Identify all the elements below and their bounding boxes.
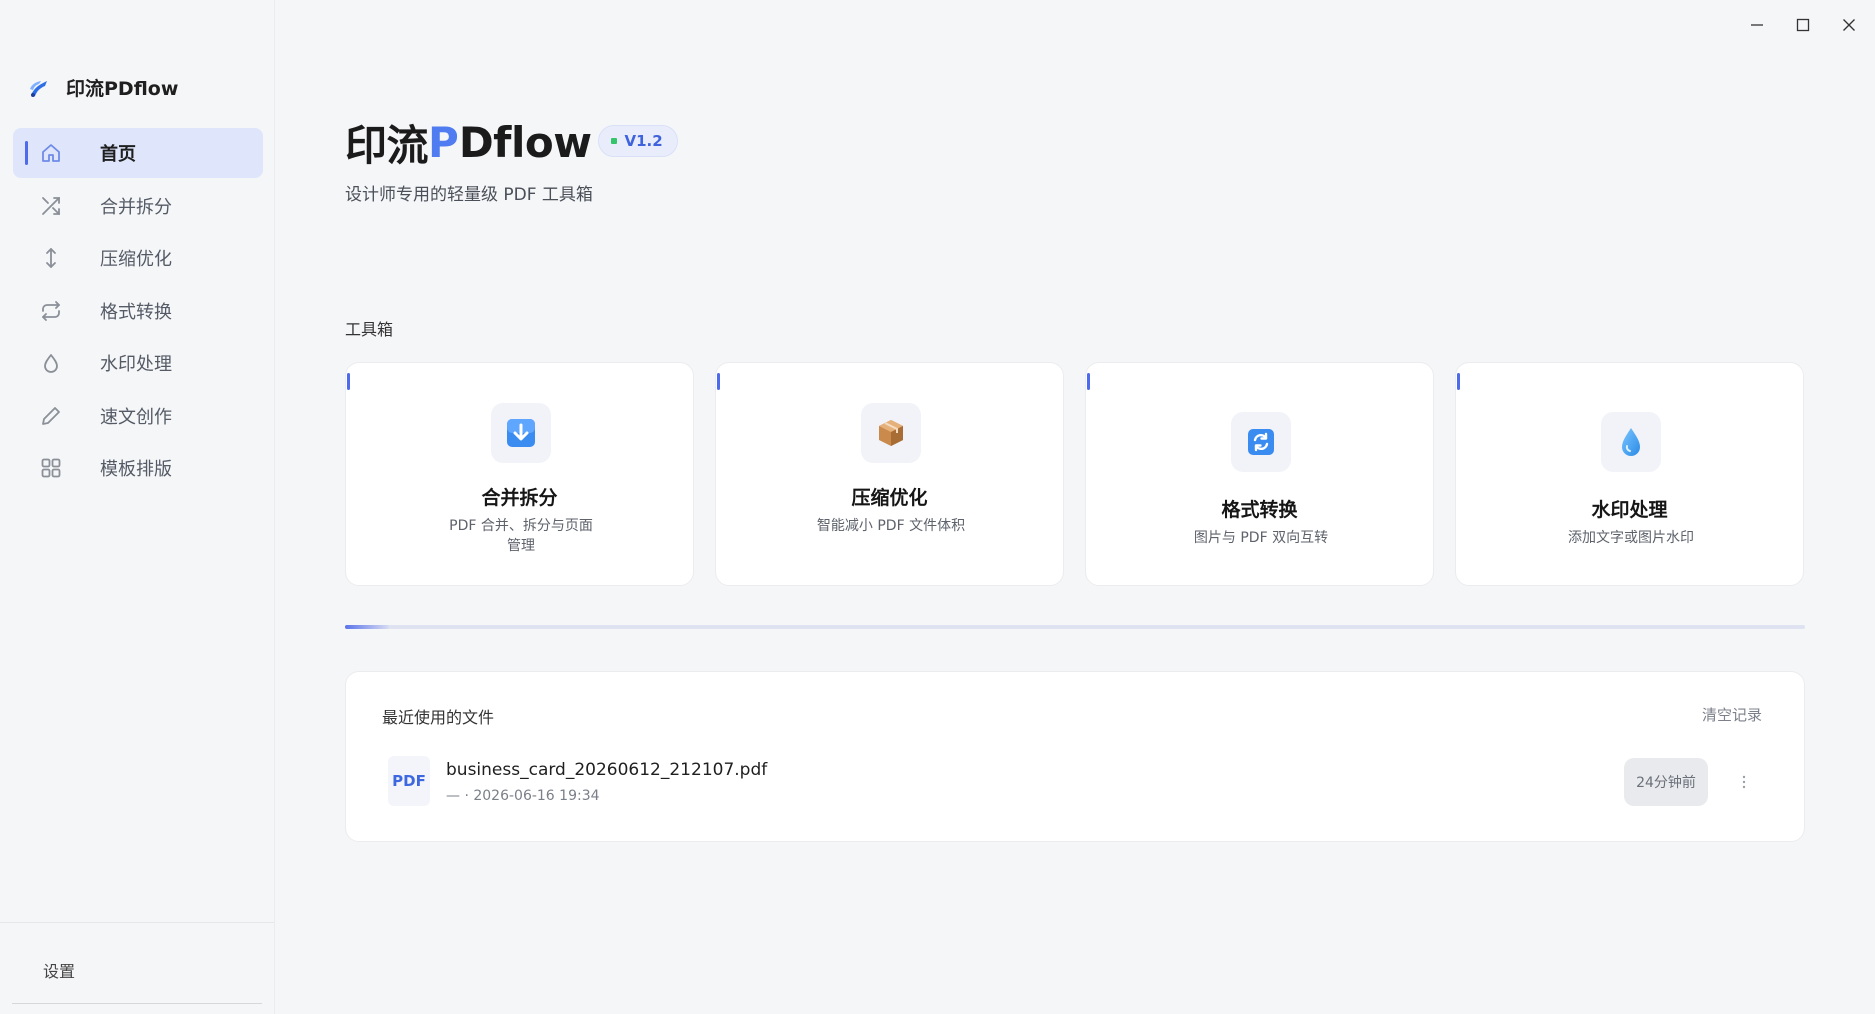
sidebar-item-label: 首页 bbox=[100, 144, 136, 165]
version-text: V1.2 bbox=[624, 131, 663, 150]
repeat-icon bbox=[39, 299, 63, 323]
file-meta: — · 2026-06-16 19:34 bbox=[446, 788, 600, 804]
pencil-icon bbox=[39, 404, 63, 428]
card-title: 压缩优化 bbox=[851, 487, 928, 509]
card-title: 水印处理 bbox=[1591, 499, 1668, 521]
sidebar-item-label: 合并拆分 bbox=[100, 196, 172, 218]
recent-file-row[interactable]: PDF business_card_20260612_212107.pdf — … bbox=[382, 752, 1770, 812]
file-time-chip: 24分钟前 bbox=[1624, 758, 1708, 806]
card-accent-mark bbox=[717, 373, 720, 390]
sidebar-item-merge-split[interactable]: 合并拆分 bbox=[13, 181, 263, 231]
sidebar-item-convert[interactable]: 格式转换 bbox=[13, 286, 263, 336]
sidebar-item-home[interactable]: 首页 bbox=[13, 128, 263, 178]
grid-icon bbox=[39, 456, 63, 480]
sidebar-item-watermark[interactable]: 水印处理 bbox=[13, 338, 263, 388]
minimize-icon[interactable] bbox=[1745, 10, 1769, 40]
tool-card-compress[interactable]: 压缩优化 智能减小 PDF 文件体积 bbox=[715, 362, 1064, 586]
title-part-2: P bbox=[428, 118, 459, 167]
home-icon bbox=[39, 141, 63, 165]
sidebar-item-templates[interactable]: 模板排版 bbox=[13, 443, 263, 493]
sidebar-item-label: 格式转换 bbox=[100, 301, 172, 323]
water-drop-icon bbox=[1601, 412, 1661, 472]
version-badge: V1.2 bbox=[597, 124, 678, 157]
version-status-dot bbox=[610, 137, 617, 144]
card-accent-mark bbox=[1457, 373, 1460, 390]
recent-files-title: 最近使用的文件 bbox=[382, 708, 495, 727]
sidebar-item-label: 水印处理 bbox=[100, 354, 172, 375]
toolbox-label: 工具箱 bbox=[345, 320, 394, 339]
sidebar-item-label: 模板排版 bbox=[100, 459, 172, 480]
clear-history-button[interactable]: 清空记录 bbox=[1702, 704, 1762, 725]
window-controls bbox=[1745, 10, 1861, 40]
settings-button[interactable]: 设置 bbox=[43, 958, 75, 982]
droplet-icon bbox=[39, 351, 63, 375]
sidebar-divider bbox=[0, 922, 274, 923]
more-options-icon[interactable] bbox=[1732, 770, 1756, 794]
pdf-file-icon: PDF bbox=[388, 756, 430, 806]
file-name: business_card_20260612_212107.pdf bbox=[446, 760, 768, 780]
page-subtitle: 设计师专用的轻量级 PDF 工具箱 bbox=[345, 185, 593, 205]
page-title: 印流 P Dflow V1.2 bbox=[345, 112, 678, 173]
shuffle-icon bbox=[39, 194, 63, 218]
card-description: PDF 合并、拆分与页面管理 bbox=[449, 518, 593, 554]
sidebar-bottom-divider bbox=[12, 1003, 262, 1004]
tool-card-merge-split[interactable]: 合并拆分 PDF 合并、拆分与页面管理 bbox=[345, 362, 694, 586]
progress-fill bbox=[345, 625, 389, 629]
card-accent-mark bbox=[347, 373, 350, 390]
sidebar-nav: 首页 合并拆分 压缩优化 格式转换 水印处理 速文创作 模板排版 bbox=[13, 128, 263, 496]
card-description: 智能减小 PDF 文件体积 bbox=[816, 518, 966, 534]
card-description: 添加文字或图片水印 bbox=[1568, 530, 1694, 546]
brand-name: 印流PDflow bbox=[66, 78, 179, 100]
sidebar: 印流PDflow 首页 合并拆分 压缩优化 格式转换 水印处理 速文创作 模板排… bbox=[0, 0, 275, 1014]
card-title: 合并拆分 bbox=[481, 487, 558, 509]
download-box-icon bbox=[491, 403, 551, 463]
sidebar-item-label: 压缩优化 bbox=[100, 249, 172, 270]
close-icon[interactable] bbox=[1837, 10, 1861, 40]
title-part-1: 印流 bbox=[345, 121, 429, 170]
card-accent-mark bbox=[1087, 373, 1090, 390]
progress-bar bbox=[345, 625, 1805, 629]
card-description: 图片与 PDF 双向互转 bbox=[1193, 530, 1329, 546]
sidebar-item-writing[interactable]: 速文创作 bbox=[13, 391, 263, 441]
sidebar-item-label: 速文创作 bbox=[100, 406, 172, 428]
tool-cards: 合并拆分 PDF 合并、拆分与页面管理 压缩优化 智能减小 PDF 文件体积 格… bbox=[345, 362, 1804, 586]
convert-icon bbox=[1231, 412, 1291, 472]
sidebar-item-compress[interactable]: 压缩优化 bbox=[13, 233, 263, 283]
app-window: 印流PDflow 首页 合并拆分 压缩优化 格式转换 水印处理 速文创作 模板排… bbox=[0, 0, 1875, 1014]
card-title: 格式转换 bbox=[1221, 499, 1298, 521]
title-part-3: Dflow bbox=[458, 118, 592, 167]
recent-files-panel: 最近使用的文件 清空记录 PDF business_card_20260612_… bbox=[345, 671, 1805, 842]
brand[interactable]: 印流PDflow bbox=[26, 74, 178, 101]
brand-logo-icon bbox=[26, 75, 52, 101]
tool-card-watermark[interactable]: 水印处理 添加文字或图片水印 bbox=[1455, 362, 1804, 586]
maximize-icon[interactable] bbox=[1791, 10, 1815, 40]
package-icon bbox=[861, 403, 921, 463]
vertical-arrows-icon bbox=[39, 246, 63, 270]
tool-card-convert[interactable]: 格式转换 图片与 PDF 双向互转 bbox=[1085, 362, 1434, 586]
